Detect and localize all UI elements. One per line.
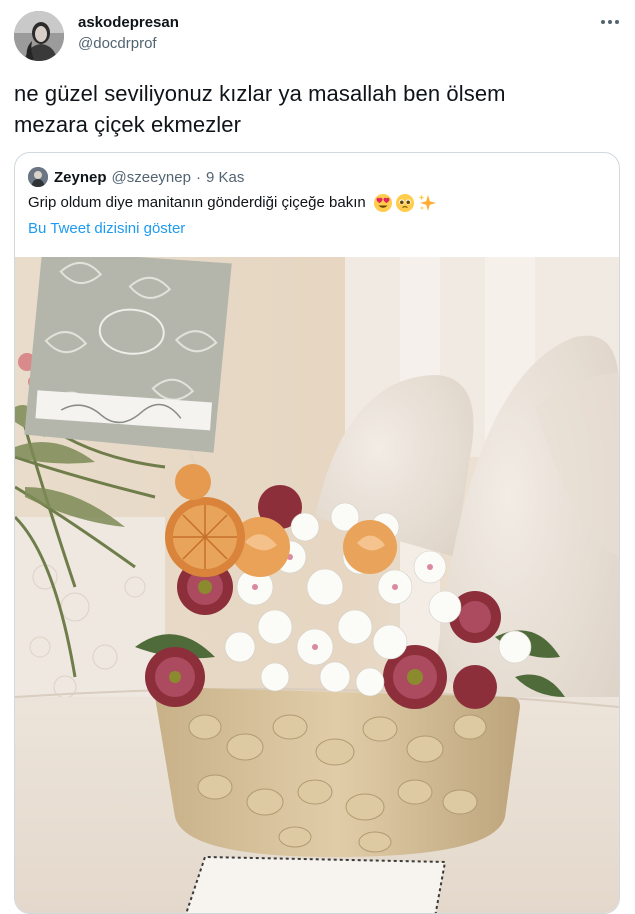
sparkles-emoji <box>418 194 436 211</box>
heart-eyes-emoji <box>373 194 392 212</box>
author-info: askodepresan @docdrprof <box>78 14 179 54</box>
quoted-tweet-text-row: Grip oldum diye manitanın gönderdiği çiç… <box>28 193 437 213</box>
quoted-tweet-date[interactable]: 9 Kas <box>206 169 244 186</box>
pleading-face-emoji <box>395 194 414 212</box>
tweet-text: ne güzel seviliyonuz kızlar ya masallah … <box>14 81 506 137</box>
more-horizontal-icon <box>601 20 619 24</box>
quoted-tweet-header: Zeynep @szeeynep · 9 Kas <box>28 167 244 187</box>
separator-dot: · <box>195 168 201 186</box>
tweet: askodepresan @docdrprof ne güzel seviliy… <box>0 0 635 914</box>
show-thread-link[interactable]: Bu Tweet dizisini göster <box>28 219 185 239</box>
flower-basket-image <box>15 257 619 913</box>
quoted-tweet-text: Grip oldum diye manitanın gönderdiği çiç… <box>28 194 366 211</box>
author-handle[interactable]: @docdrprof <box>78 34 179 54</box>
tweet-photo[interactable] <box>15 257 619 913</box>
quoted-author-handle[interactable]: @szeeynep <box>112 169 191 186</box>
quoted-author-display-name[interactable]: Zeynep <box>54 169 107 186</box>
more-options-button[interactable] <box>599 12 621 32</box>
quoted-author-avatar[interactable] <box>28 167 48 187</box>
quoted-tweet-card[interactable]: Zeynep @szeeynep · 9 Kas Grip oldum diye… <box>14 152 620 914</box>
author-avatar[interactable] <box>14 11 64 61</box>
author-display-name[interactable]: askodepresan <box>78 14 179 32</box>
